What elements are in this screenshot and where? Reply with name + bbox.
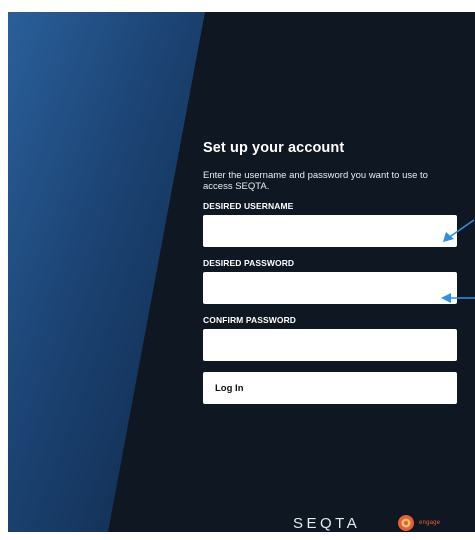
form-instructions: Enter the username and password you want…	[203, 170, 428, 192]
engage-logo-icon	[398, 515, 414, 531]
page-title: Set up your account	[203, 140, 345, 156]
username-input[interactable]	[203, 215, 457, 247]
engage-label: engage	[419, 520, 441, 526]
password-label: DESIRED PASSWORD	[203, 258, 295, 268]
seqta-logo: SEQTA	[293, 515, 361, 532]
confirm-password-label: CONFIRM PASSWORD	[203, 315, 297, 325]
login-screen: Set up your account Enter the username a…	[8, 12, 475, 532]
login-button[interactable]: Log In	[203, 372, 457, 404]
confirm-password-input[interactable]	[203, 329, 457, 361]
password-input[interactable]	[203, 272, 457, 304]
setup-account-form: Set up your account Enter the username a…	[203, 140, 465, 404]
username-label: DESIRED USERNAME	[203, 201, 294, 211]
page: Set up your account Enter the username a…	[0, 0, 475, 540]
